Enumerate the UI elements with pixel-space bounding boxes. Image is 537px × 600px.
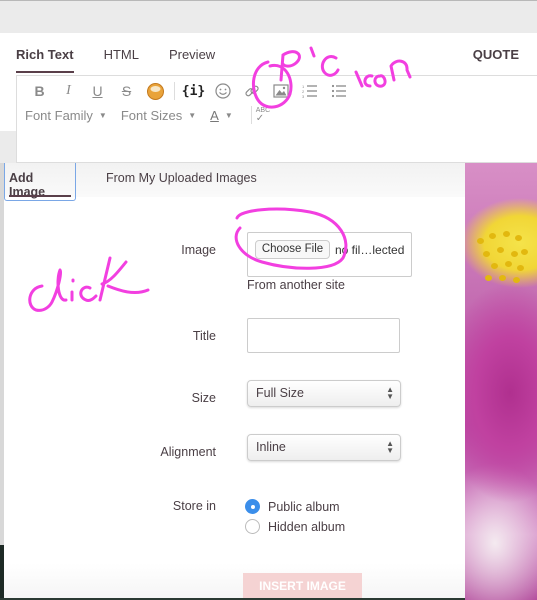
font-family-dropdown[interactable]: Font Family ▼ [25,108,107,123]
unordered-list-button[interactable] [324,81,353,101]
size-select[interactable]: Full Size ▲ ▼ [247,380,401,407]
lotus-seed [489,233,496,239]
rich-text-editor: Rich Text HTML Preview QUOTE B I U S {i} [0,33,537,163]
font-color-dropdown[interactable]: A ▼ [210,108,233,123]
title-label: Title [192,329,216,343]
editor-toolbar: B I U S {i} 123 Font Family ▼ Font Sizes… [16,75,537,163]
lotus-seed [483,251,490,257]
image-icon [272,84,289,98]
font-color-label: A [210,107,219,123]
font-sizes-dropdown[interactable]: Font Sizes ▼ [121,108,196,123]
insert-image-button[interactable] [266,81,295,101]
chevron-down-icon: ▼ [188,110,197,120]
lotus-seed [503,231,510,237]
select-arrows-icon: ▲ ▼ [386,439,394,455]
code-button[interactable]: {i} [179,81,208,101]
underline-button[interactable]: U [83,81,112,101]
public-album-label: Public album [268,499,340,514]
add-image-dialog: Add Image From My Uploaded Images Image … [4,163,465,600]
radio-selected-icon [245,499,260,514]
ordered-list-button[interactable]: 123 [295,81,324,101]
toolbar-divider [174,82,175,100]
lotus-seed [499,275,506,281]
ordered-list-icon: 123 [302,84,317,98]
lotus-seed [485,275,492,281]
lotus-seed [511,251,518,257]
no-file-selected-text: no fil…lected [335,243,405,257]
emoticon-cake-button[interactable] [141,81,170,101]
tab-preview[interactable]: Preview [169,47,215,73]
alignment-select[interactable]: Inline ▲ ▼ [247,434,401,461]
dialog-tabs: Add Image From My Uploaded Images [4,163,465,201]
lotus-seed [521,249,528,255]
alignment-value: Inline [256,440,286,454]
select-arrows-icon: ▲ ▼ [386,385,394,401]
size-value: Full Size [256,386,304,400]
from-another-site-link[interactable]: From another site [247,278,345,292]
background-flower-photo [465,163,537,600]
lotus-seed [513,277,520,283]
tab-html[interactable]: HTML [104,47,139,73]
public-album-radio[interactable]: Public album [245,499,340,514]
top-bar [0,0,537,33]
smiley-icon [214,83,231,99]
lotus-seed [505,261,512,267]
bold-button[interactable]: B [25,81,54,101]
image-label: Image [181,243,216,257]
chevron-down-icon: ▼ [224,110,233,120]
quote-button[interactable]: QUOTE [473,47,519,62]
smiley-button[interactable] [208,81,237,101]
hidden-album-label: Hidden album [268,519,346,534]
hidden-album-radio[interactable]: Hidden album [245,519,345,534]
checkmark-icon: ✓ [255,112,265,124]
choose-file-button[interactable]: Choose File [255,240,330,259]
editor-tabs: Rich Text HTML Preview [16,47,215,73]
tab-uploaded-images[interactable]: From My Uploaded Images [102,163,261,201]
font-sizes-label: Font Sizes [120,107,183,123]
size-label: Size [191,391,216,405]
link-icon [244,85,259,97]
spellcheck-button[interactable]: ABC ✓ [256,107,270,124]
radio-unselected-icon [245,519,260,534]
toolbar-divider [250,106,252,124]
title-input[interactable] [247,318,400,353]
cake-icon [147,82,164,100]
lotus-seed [497,247,504,253]
tab-add-image[interactable]: Add Image [4,163,76,201]
tab-rich-text[interactable]: Rich Text [16,47,74,73]
lotus-seed [515,235,522,241]
unordered-list-icon [331,84,346,98]
font-family-label: Font Family [25,107,93,123]
strikethrough-button[interactable]: S [112,81,141,101]
image-file-field: Choose File no fil…lected [247,232,412,277]
italic-button[interactable]: I [54,81,83,101]
dialog-bottom-fade [4,563,465,600]
lotus-seed [491,263,498,269]
chevron-down-icon: ▼ [98,110,107,120]
alignment-label: Alignment [160,445,216,459]
link-button[interactable] [237,81,266,101]
insert-image-button[interactable]: INSERT IMAGE [243,573,362,600]
lotus-seed [517,265,524,271]
store-in-label: Store in [172,499,216,513]
lotus-seed [477,238,484,244]
svg-text:3: 3 [302,94,305,98]
